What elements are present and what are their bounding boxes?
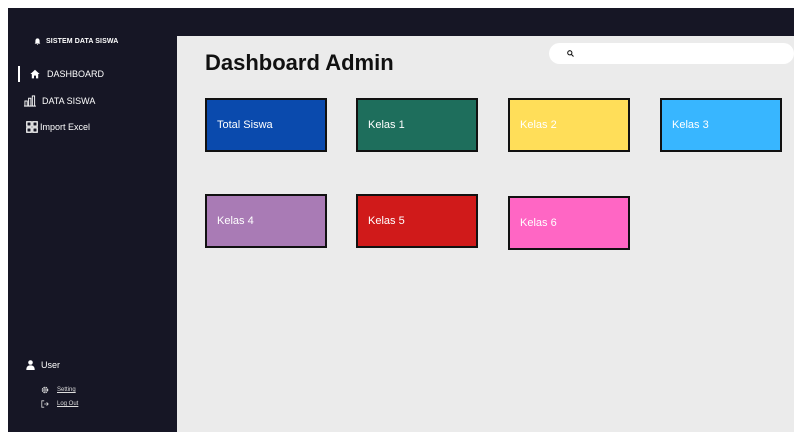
sidebar-item-label: DATA SISWA xyxy=(42,96,96,106)
logout-icon xyxy=(41,400,49,408)
bell-icon xyxy=(34,38,41,45)
card-label: Kelas 4 xyxy=(217,215,254,227)
card-label: Kelas 6 xyxy=(520,217,557,229)
gear-icon xyxy=(41,386,49,394)
card-label: Kelas 3 xyxy=(672,119,709,131)
logout-link[interactable]: Log Out xyxy=(41,400,78,408)
settings-label: Setting xyxy=(57,387,76,393)
card-kelas-2[interactable]: Kelas 2 xyxy=(508,98,630,152)
main-content: Dashboard Admin Total Siswa Kelas 1 Kela… xyxy=(177,36,794,432)
card-label: Kelas 2 xyxy=(520,119,557,131)
app-window: SISTEM DATA SISWA DASHBOARD DATA SISWA I… xyxy=(8,8,794,432)
bar-chart-icon xyxy=(24,95,36,107)
card-total-siswa[interactable]: Total Siswa xyxy=(205,98,327,152)
card-label: Total Siswa xyxy=(217,119,273,131)
brand-title: SISTEM DATA SISWA xyxy=(46,38,119,45)
search-icon xyxy=(567,50,574,57)
sidebar-item-import-excel[interactable]: Import Excel xyxy=(26,121,90,133)
card-kelas-1[interactable]: Kelas 1 xyxy=(356,98,478,152)
user-icon xyxy=(26,360,35,370)
home-icon xyxy=(29,68,41,80)
search-input[interactable] xyxy=(580,47,774,60)
user-profile[interactable]: User xyxy=(26,360,60,370)
sidebar-item-data-siswa[interactable]: DATA SISWA xyxy=(24,95,95,107)
settings-link[interactable]: Setting xyxy=(41,386,76,394)
card-kelas-3[interactable]: Kelas 3 xyxy=(660,98,782,152)
sidebar-item-label: DASHBOARD xyxy=(47,69,105,79)
sidebar-item-dashboard[interactable]: DASHBOARD xyxy=(18,66,104,82)
search-bar[interactable] xyxy=(549,43,794,64)
grid-icon xyxy=(26,121,38,133)
card-label: Kelas 1 xyxy=(368,119,405,131)
user-label: User xyxy=(41,360,61,370)
page-title: Dashboard Admin xyxy=(205,50,394,75)
card-kelas-6[interactable]: Kelas 6 xyxy=(508,196,630,250)
card-kelas-4[interactable]: Kelas 4 xyxy=(205,194,327,248)
card-label: Kelas 5 xyxy=(368,215,405,227)
card-kelas-5[interactable]: Kelas 5 xyxy=(356,194,478,248)
brand: SISTEM DATA SISWA xyxy=(34,38,118,45)
sidebar-item-label: Import Excel xyxy=(40,122,91,132)
logout-label: Log Out xyxy=(57,401,79,407)
sidebar: SISTEM DATA SISWA DASHBOARD DATA SISWA I… xyxy=(8,8,177,432)
active-indicator xyxy=(18,66,20,82)
